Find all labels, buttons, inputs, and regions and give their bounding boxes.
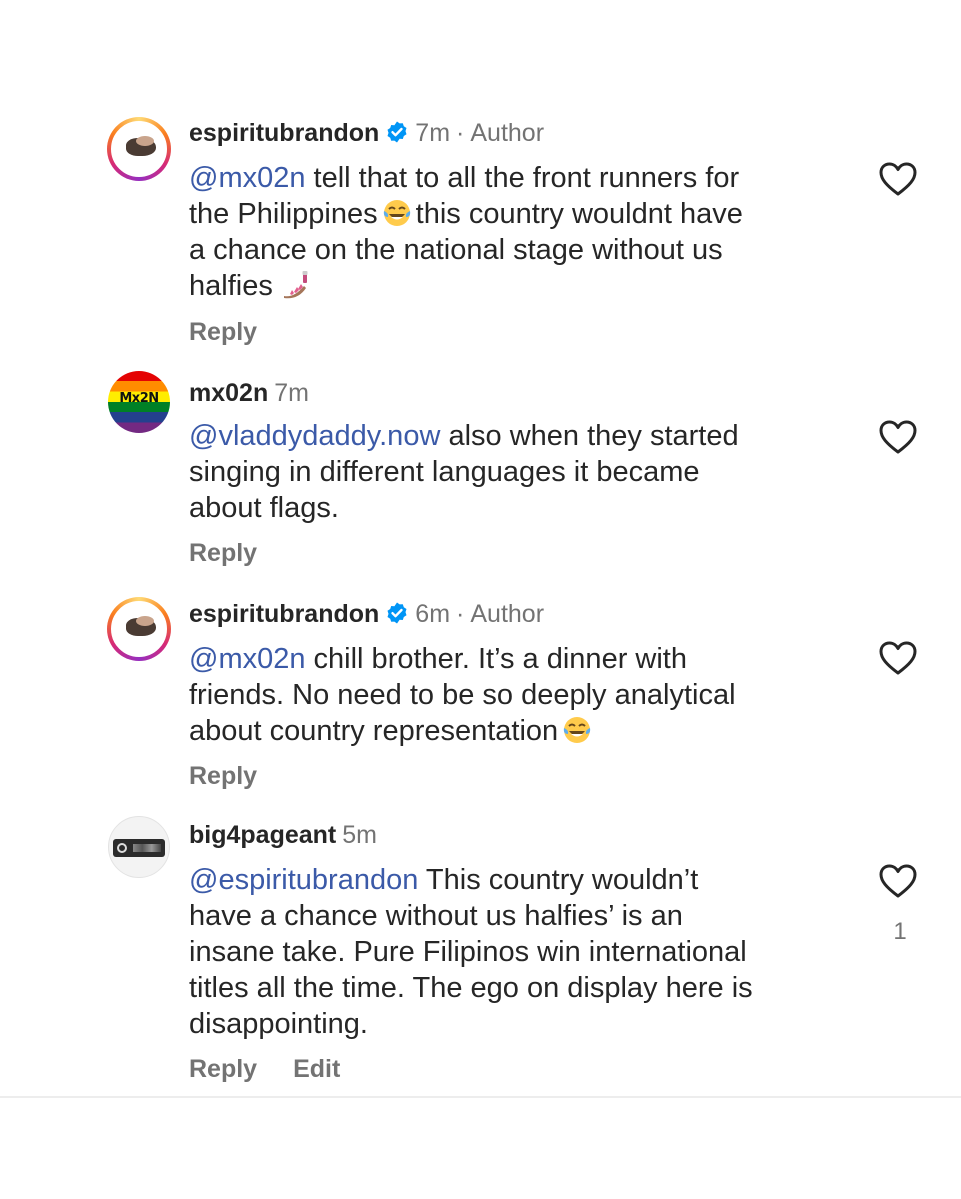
comment-actions: Reply bbox=[189, 762, 293, 791]
mention-link[interactable]: @espiritubrandon bbox=[189, 864, 418, 896]
comment-actions: Reply bbox=[189, 318, 293, 347]
text-line: about flags. bbox=[189, 492, 339, 524]
text-line: the Philippines bbox=[189, 198, 378, 230]
bottom-divider bbox=[0, 1096, 961, 1098]
text-line: titles all the time. The ego on display … bbox=[189, 972, 753, 1004]
verified-badge-icon bbox=[387, 121, 407, 143]
reply-button[interactable]: Reply bbox=[189, 318, 257, 346]
heart-outline-icon[interactable] bbox=[878, 419, 918, 455]
text-line: this country wouldnt have bbox=[415, 198, 743, 230]
comment-actions: Reply Edit bbox=[189, 1055, 376, 1084]
mention-link[interactable]: @mx02n bbox=[189, 643, 305, 675]
author-label: Author bbox=[470, 119, 545, 147]
timestamp: 5m bbox=[342, 821, 377, 849]
reply-button[interactable]: Reply bbox=[189, 539, 257, 567]
text-line: tell that to all the front runners for bbox=[313, 162, 740, 194]
text-line: friends. No need to be so deeply analyti… bbox=[189, 679, 736, 711]
face-with-tears-of-joy-emoji bbox=[564, 717, 591, 743]
comment-meta: big4pageant 5m bbox=[189, 820, 377, 850]
username[interactable]: espiritubrandon bbox=[189, 600, 379, 628]
text-line: a chance on the national stage without u… bbox=[189, 234, 723, 266]
separator: · bbox=[456, 119, 465, 147]
mention-link[interactable]: @mx02n bbox=[189, 162, 305, 194]
username[interactable]: big4pageant bbox=[189, 821, 336, 849]
text-line: chill brother. It’s a dinner with bbox=[313, 643, 687, 675]
timestamp: 7m bbox=[274, 379, 309, 407]
avatar-mx02n[interactable]: Mx2N bbox=[108, 371, 170, 433]
separator: · bbox=[456, 600, 465, 628]
avatar-big4pageant[interactable] bbox=[108, 816, 170, 878]
comment-actions: Reply bbox=[189, 539, 293, 568]
heart-outline-icon[interactable] bbox=[878, 161, 918, 197]
text-line: disappointing. bbox=[189, 1008, 368, 1040]
text-line: singing in different languages it became bbox=[189, 456, 700, 488]
avatar-logo-text: Mx2N bbox=[119, 391, 159, 406]
avatar-espiritubrandon[interactable] bbox=[107, 117, 171, 181]
comment-text: @mx02n chill brother. It’s a dinner with… bbox=[189, 641, 849, 749]
timestamp: 6m bbox=[415, 600, 451, 628]
comment-text: @mx02n tell that to all the front runner… bbox=[189, 160, 849, 304]
edit-button[interactable]: Edit bbox=[293, 1055, 340, 1083]
text-line: about country representation bbox=[189, 715, 559, 747]
comment-meta: espiritubrandon 7m · Author bbox=[189, 118, 544, 148]
text-line: halfies bbox=[189, 270, 273, 302]
verified-badge-icon bbox=[387, 602, 407, 624]
comment-text: @espiritubrandon This country wouldn’t h… bbox=[189, 862, 849, 1042]
text-line: This country wouldn’t bbox=[425, 864, 699, 896]
username[interactable]: mx02n bbox=[189, 379, 268, 407]
avatar-espiritubrandon[interactable] bbox=[107, 597, 171, 661]
reply-button[interactable]: Reply bbox=[189, 1055, 257, 1083]
heart-outline-icon[interactable] bbox=[878, 640, 918, 676]
nail-polish-emoji bbox=[283, 271, 308, 299]
author-label: Author bbox=[470, 600, 545, 628]
timestamp: 7m bbox=[415, 119, 451, 147]
like-count: 1 bbox=[893, 918, 907, 945]
reply-button[interactable]: Reply bbox=[189, 762, 257, 790]
heart-outline-icon[interactable] bbox=[878, 863, 918, 899]
text-line: have a chance without us halfies’ is an bbox=[189, 900, 683, 932]
comment-meta: espiritubrandon 6m · Author bbox=[189, 599, 544, 629]
text-line: insane take. Pure Filipinos win internat… bbox=[189, 936, 747, 968]
mention-link[interactable]: @vladdydaddy.now bbox=[189, 420, 440, 452]
face-with-tears-of-joy-emoji bbox=[383, 200, 410, 226]
comment-text: @vladdydaddy.now also when they started … bbox=[189, 418, 849, 526]
comment-meta: mx02n 7m bbox=[189, 378, 309, 408]
username[interactable]: espiritubrandon bbox=[189, 119, 379, 147]
text-line: also when they started bbox=[448, 420, 739, 452]
